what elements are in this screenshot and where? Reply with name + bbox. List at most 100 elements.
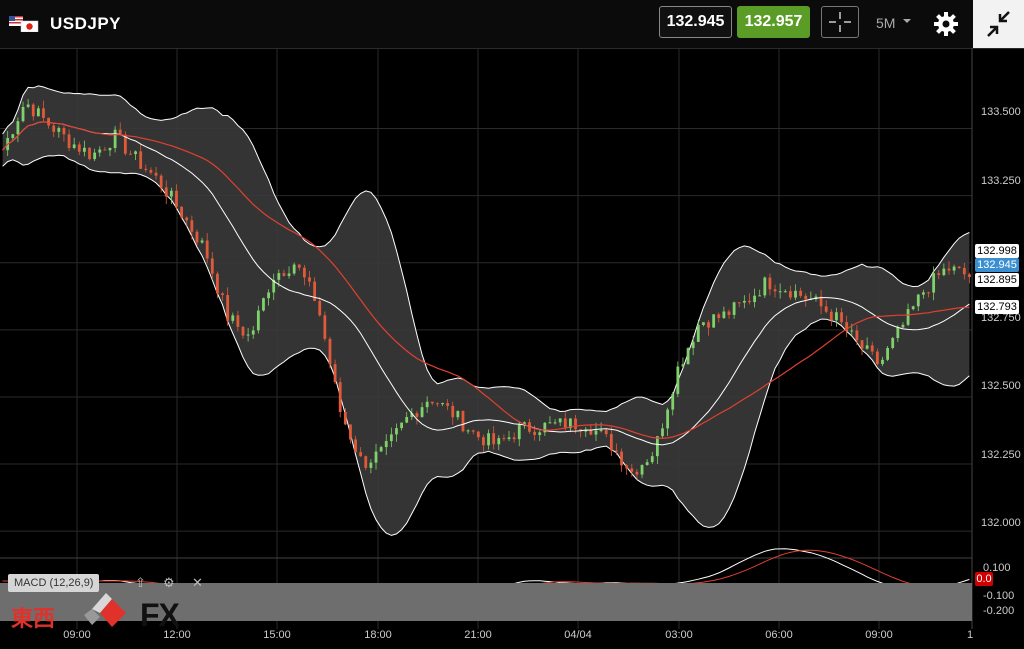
time-tick: 15:00	[263, 629, 291, 641]
time-tick: 12:00	[163, 629, 191, 641]
candle-body	[962, 267, 966, 275]
price-tick: 133.250	[981, 175, 1021, 187]
us-japan-flag-icon	[9, 16, 39, 32]
candle-body	[850, 330, 854, 332]
candle-body	[507, 437, 511, 440]
candle-body	[72, 144, 76, 148]
candle-body	[425, 401, 429, 408]
chevron-down-icon[interactable]	[903, 19, 911, 23]
candle-body	[927, 292, 930, 294]
candle-body	[369, 462, 373, 468]
candle-body	[241, 326, 245, 336]
candle-body	[870, 345, 874, 352]
timeframe-selector[interactable]: 5M	[876, 15, 895, 31]
candle-body	[911, 306, 915, 310]
candle-body	[625, 465, 629, 469]
candle-body	[563, 418, 567, 429]
candle-body	[696, 324, 700, 342]
candle-body	[768, 277, 772, 290]
price-chart[interactable]	[0, 48, 1024, 649]
candle-body	[31, 104, 35, 117]
candle-body	[829, 311, 833, 321]
candle-body	[328, 338, 332, 365]
crosshair-button[interactable]	[821, 6, 859, 38]
candle-body	[599, 430, 603, 432]
lower-band-tag: 132.895	[975, 273, 1019, 287]
candle-body	[139, 151, 143, 169]
candle-body	[430, 401, 434, 404]
candle-body	[655, 436, 659, 457]
candle-body	[471, 430, 475, 432]
candle-body	[77, 144, 81, 152]
candle-body	[343, 412, 347, 425]
price-tick: 132.500	[981, 380, 1021, 392]
gear-icon[interactable]	[932, 10, 960, 38]
candle-body	[180, 206, 184, 218]
candle-body	[349, 424, 352, 440]
candle-body	[476, 431, 480, 438]
candle-body	[466, 430, 470, 432]
candle-body	[968, 274, 971, 278]
candle-body	[860, 340, 864, 349]
time-tick: 04/04	[564, 629, 592, 641]
candle-body	[451, 405, 455, 418]
candle-body	[379, 447, 383, 452]
price-tick: 132.250	[981, 449, 1021, 461]
candle-body	[36, 108, 40, 117]
candle-body	[11, 134, 15, 139]
candle-body	[671, 393, 675, 410]
candle-body	[226, 294, 230, 321]
close-icon[interactable]: ✕	[192, 575, 203, 591]
candle-body	[364, 456, 368, 468]
candle-body	[98, 149, 102, 153]
candle-body	[282, 273, 286, 276]
candle-body	[640, 464, 644, 475]
arrow-up-icon[interactable]: ⇧	[135, 575, 146, 591]
candle-body	[134, 151, 137, 155]
gear-icon[interactable]: ⚙	[163, 575, 175, 591]
candle-body	[149, 169, 153, 173]
candle-body	[333, 364, 337, 383]
candle-body	[93, 152, 97, 160]
candle-body	[251, 330, 255, 335]
candle-body	[865, 345, 869, 349]
last-price-tag: 132.945	[975, 258, 1019, 272]
candle-body	[129, 153, 132, 155]
candle-body	[482, 437, 485, 446]
top-toolbar: USDJPY 132.945 132.957 5M	[0, 0, 1024, 49]
candle-body	[773, 289, 777, 292]
candle-body	[891, 338, 895, 348]
collapse-button[interactable]	[973, 0, 1024, 48]
candle-body	[420, 407, 424, 417]
candle-body	[681, 364, 685, 367]
candle-body	[512, 437, 516, 440]
collapse-icon	[987, 11, 1010, 37]
time-tick: 1	[966, 629, 974, 641]
candle-body	[405, 417, 409, 423]
candle-body	[190, 220, 194, 232]
candle-body	[256, 310, 260, 331]
candle-body	[737, 302, 741, 304]
candle-body	[886, 347, 889, 360]
candle-body	[604, 430, 608, 435]
candle-body	[492, 433, 496, 445]
price-tick: 132.000	[981, 517, 1021, 529]
candle-body	[400, 422, 403, 429]
candle-body	[246, 334, 250, 336]
candle-body	[67, 134, 71, 148]
candle-body	[742, 300, 746, 303]
candle-body	[210, 258, 214, 274]
symbol-title[interactable]: USDJPY	[50, 14, 121, 34]
candle-body	[52, 125, 56, 132]
sell-price-button[interactable]: 132.945	[659, 6, 732, 38]
candle-body	[164, 187, 168, 197]
candle-body	[906, 309, 910, 325]
candle-body	[722, 311, 726, 318]
candle-body	[415, 413, 419, 417]
candle-body	[154, 172, 158, 176]
ma-price-tag: 132.793	[975, 300, 1019, 314]
candle-body	[609, 434, 613, 451]
buy-price-button[interactable]: 132.957	[737, 6, 810, 38]
candle-body	[840, 312, 843, 323]
candle-body	[717, 314, 721, 318]
